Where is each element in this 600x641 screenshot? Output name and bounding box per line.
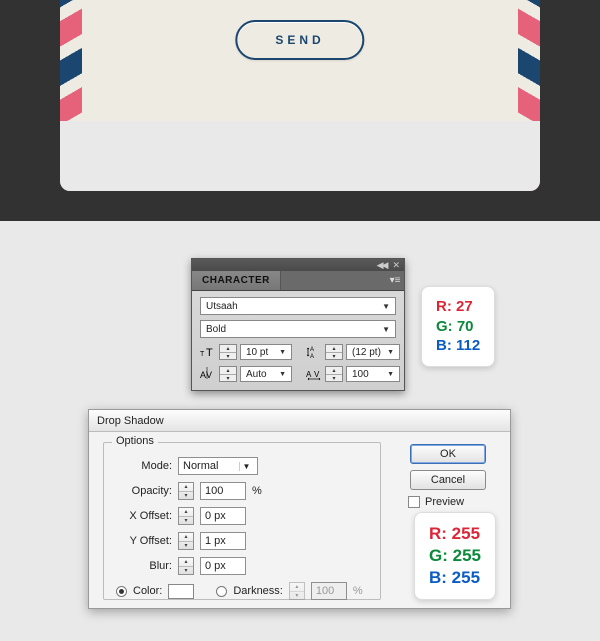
color-label: Color: [133,585,162,597]
panel-header: ◀◀ ✕ [192,259,404,271]
drop-shadow-dialog: Drop Shadow Options Mode: Normal▼ Opacit… [88,409,511,609]
svg-text:T: T [206,347,213,359]
kerning-value[interactable]: Auto▼ [240,366,292,382]
blur-stepper[interactable]: ▴▾ [178,557,194,575]
panels-area: ◀◀ ✕ CHARACTER ▾≡ Utsaah▼ Bold▼ TT ▴▾ 10 [0,221,600,641]
color-radio[interactable] [116,586,127,597]
kerning-stepper[interactable]: ▴▾ [219,366,237,382]
preview-checkbox[interactable] [408,496,420,508]
options-legend: Options [112,435,158,447]
darkness-label: Darkness: [233,585,283,597]
leading-value[interactable]: (12 pt)▼ [346,344,400,360]
mode-select[interactable]: Normal▼ [178,457,258,475]
rgb-readout: R: 255 G: 255 B: 255 [414,512,496,600]
svg-text:A: A [310,347,314,353]
mode-label: Mode: [116,460,172,472]
svg-text:T: T [200,351,205,358]
collapse-icon[interactable]: ◀◀ [377,261,387,270]
panel-menu-icon[interactable]: ▾≡ [386,271,404,290]
xoffset-stepper[interactable]: ▴▾ [178,507,194,525]
opacity-label: Opacity: [116,485,172,497]
yoffset-input[interactable]: 1 px [200,532,246,550]
yoffset-stepper[interactable]: ▴▾ [178,532,194,550]
font-family-select[interactable]: Utsaah▼ [200,297,396,315]
blur-label: Blur: [116,560,172,572]
font-style-select[interactable]: Bold▼ [200,320,396,338]
tab-character[interactable]: CHARACTER [192,271,281,290]
xoffset-label: X Offset: [116,510,172,522]
cancel-button[interactable]: Cancel [410,470,486,490]
darkness-radio[interactable] [216,586,227,597]
kerning-icon: AV [200,367,216,381]
svg-text:A: A [306,370,312,379]
leading-icon: AA [306,345,322,359]
opacity-unit: % [252,485,262,497]
rgb-readout: R: 27 G: 70 B: 112 [421,286,495,367]
yoffset-label: Y Offset: [116,535,172,547]
font-size-stepper[interactable]: ▴▾ [219,344,237,360]
send-button[interactable]: SEND [235,20,364,60]
opacity-input[interactable]: 100 [200,482,246,500]
ok-button[interactable]: OK [410,444,486,464]
tracking-value[interactable]: 100▼ [346,366,400,382]
darkness-stepper: ▴▾ [289,582,305,600]
darkness-input: 100 [311,582,347,600]
dialog-title: Drop Shadow [89,410,510,432]
options-group: Options Mode: Normal▼ Opacity: ▴▾ 100 % … [103,442,381,600]
character-panel: ◀◀ ✕ CHARACTER ▾≡ Utsaah▼ Bold▼ TT ▴▾ 10 [191,258,405,391]
airmail-stripe [60,121,540,191]
leading-stepper[interactable]: ▴▾ [325,344,343,360]
preview-label: Preview [425,496,464,508]
xoffset-input[interactable]: 0 px [200,507,246,525]
font-size-value[interactable]: 10 pt▼ [240,344,292,360]
font-size-icon: TT [200,345,216,359]
envelope: SEND [60,0,540,191]
color-swatch[interactable] [168,584,194,599]
svg-text:A: A [310,354,314,359]
blur-input[interactable]: 0 px [200,557,246,575]
close-icon[interactable]: ✕ [392,261,400,270]
envelope-preview: SEND [0,0,600,221]
svg-text:V: V [314,370,320,379]
opacity-stepper[interactable]: ▴▾ [178,482,194,500]
darkness-unit: % [353,585,363,597]
tracking-stepper[interactable]: ▴▾ [325,366,343,382]
tracking-icon: AV [306,367,322,381]
